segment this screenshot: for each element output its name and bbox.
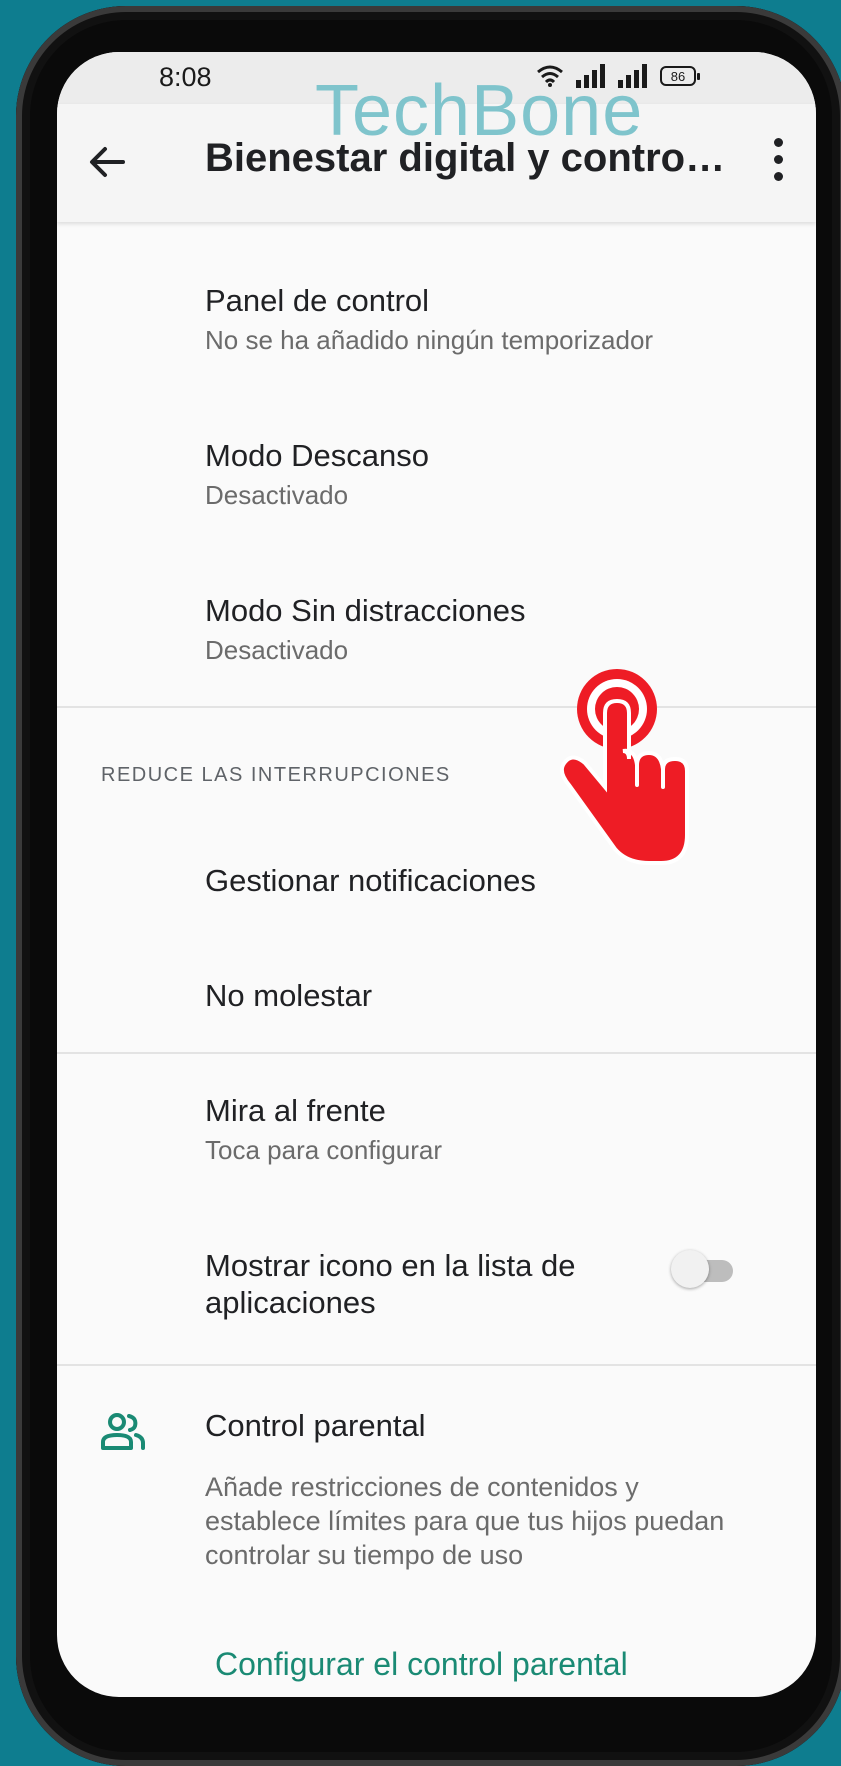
item-title: Gestionar notificaciones — [205, 863, 536, 898]
status-time: 8:08 — [159, 62, 212, 92]
techbone-watermark: TechBone — [315, 71, 644, 151]
list-item-gestionar-notificaciones[interactable]: Gestionar notificaciones — [205, 862, 536, 899]
tap-hand-icon — [559, 669, 689, 865]
item-subtitle: Toca para configurar — [205, 1135, 443, 1166]
list-item-modo-sin-distracciones[interactable]: Modo Sin distracciones Desactivado — [205, 592, 526, 666]
list-item-mostrar-icono[interactable]: Mostrar icono en la lista de aplicacione… — [205, 1247, 575, 1321]
item-title-line1: Mostrar icono en la lista de — [205, 1248, 576, 1283]
item-title: No molestar — [205, 978, 373, 1013]
item-title: Modo Sin distracciones — [205, 593, 526, 628]
divider — [57, 1052, 816, 1054]
item-title: Modo Descanso — [205, 438, 430, 473]
divider — [57, 1364, 816, 1366]
parental-description: Añade restricciones de contenidos y esta… — [205, 1472, 725, 1570]
item-title: Control parental — [205, 1408, 426, 1443]
back-arrow-icon[interactable] — [87, 142, 127, 182]
item-subtitle: Desactivado — [205, 635, 349, 666]
item-title: Mira al frente — [205, 1093, 386, 1128]
item-title: Panel de control — [205, 283, 430, 318]
item-subtitle: Desactivado — [205, 480, 349, 511]
divider — [57, 706, 816, 708]
section-header: REDUCE LAS INTERRUPCIONES — [101, 764, 451, 786]
battery-icon: 86 — [660, 66, 700, 86]
list-item-panel-control[interactable]: Panel de control No se ha añadido ningún… — [205, 282, 653, 356]
item-subtitle: No se ha añadido ningún temporizador — [205, 325, 654, 356]
toggle-thumb — [671, 1250, 709, 1288]
screen: 8:08 86 Bienestar digital y contro… Tech… — [57, 52, 816, 1697]
item-title-line2: aplicaciones — [205, 1285, 376, 1321]
list-item-no-molestar[interactable]: No molestar — [205, 977, 372, 1014]
list-item-modo-descanso[interactable]: Modo Descanso Desactivado — [205, 437, 429, 511]
show-icon-toggle[interactable] — [671, 1250, 735, 1290]
configure-parental-link[interactable]: Configurar el control parental — [215, 1646, 628, 1683]
list-item-mira-al-frente[interactable]: Mira al frente Toca para configurar — [205, 1092, 442, 1166]
more-options-icon[interactable] — [772, 138, 784, 186]
list-item-control-parental[interactable]: Control parental — [205, 1407, 426, 1444]
parental-control-icon — [101, 1413, 145, 1450]
